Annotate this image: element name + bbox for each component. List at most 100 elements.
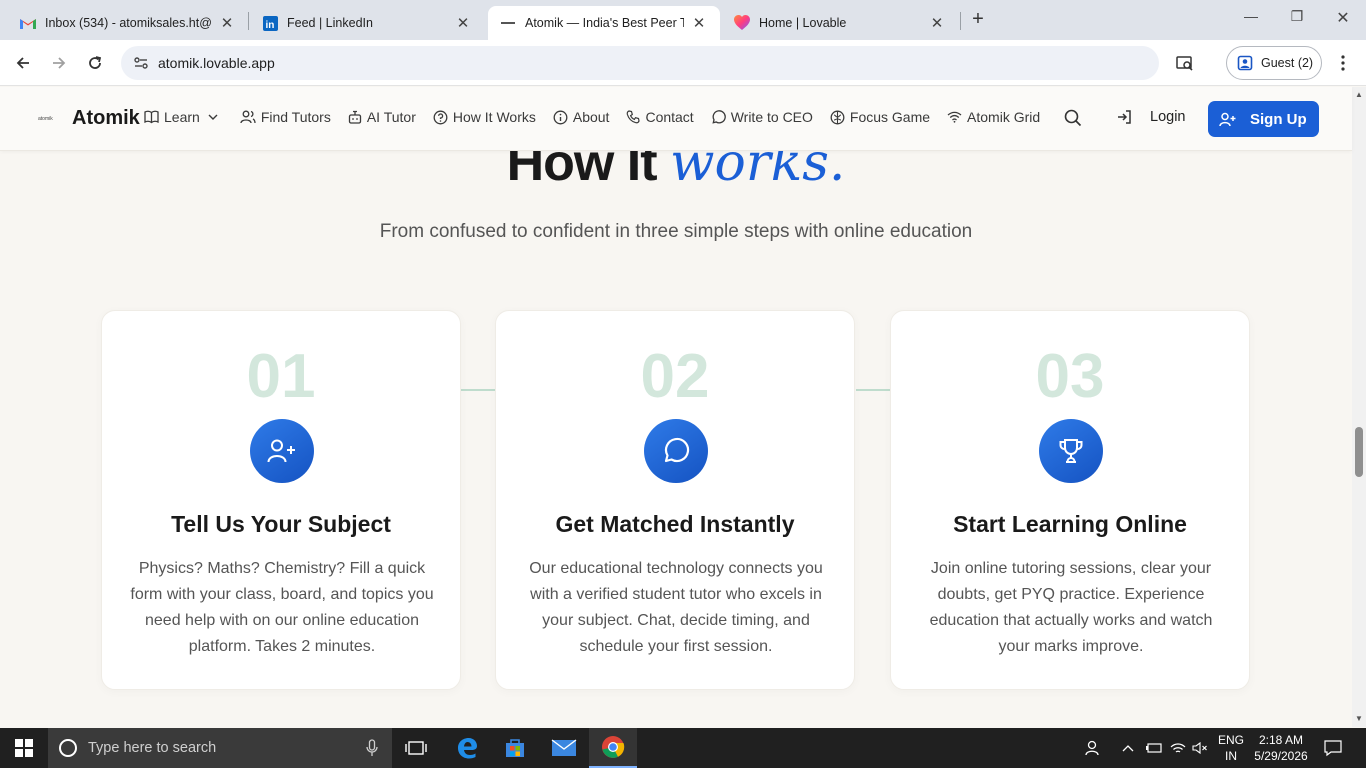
nav-focus-game[interactable]: Focus Game [830,109,930,125]
reload-icon [89,56,102,69]
page-scrollbar[interactable]: ▲ ▼ [1352,87,1366,727]
site-settings-icon[interactable] [133,55,149,76]
step-card-2: 02 Get Matched Instantly Our educational… [495,310,855,690]
arrow-left-icon [16,57,29,69]
nav-about[interactable]: About [553,109,609,125]
restore-button[interactable]: ❐ [1282,8,1312,25]
nav-how-it-works[interactable]: How It Works [433,109,536,125]
windows-logo-icon [15,739,33,757]
google-lens-button[interactable] [1170,48,1200,78]
scrollbar-thumb[interactable] [1355,427,1363,477]
users-icon [240,110,256,124]
profile-button[interactable]: Guest (2) [1226,46,1322,80]
browser-menu-button[interactable] [1328,48,1358,78]
main-nav: Learn Find Tutors AI Tutor How It Works … [144,109,1057,125]
more-vertical-icon [1341,55,1345,71]
battery-icon[interactable] [1145,728,1163,768]
nav-label: Write to CEO [730,109,813,125]
close-window-button[interactable]: ✕ [1328,8,1358,28]
message-circle-icon [712,109,726,124]
show-hidden-icons-chevron-icon[interactable] [1122,728,1134,768]
reload-button[interactable] [80,48,110,78]
lovable-icon [734,15,750,31]
minimize-button[interactable]: — [1236,8,1266,24]
site-brand-name[interactable]: Atomik [72,107,140,130]
nav-label: Learn [164,109,200,125]
nav-label: Contact [645,109,694,125]
search-icon [1064,109,1082,127]
step-card-1: 01 Tell Us Your Subject Physics? Maths? … [101,310,461,690]
system-clock[interactable]: 2:18 AM 5/29/2026 [1248,732,1314,764]
volume-muted-icon[interactable] [1192,728,1208,768]
close-tab-icon[interactable]: ✕ [454,14,472,32]
web-page: atomik Atomik Learn Find Tutors AI Tutor… [0,87,1366,727]
login-button[interactable]: Login [1116,109,1185,125]
nav-find-tutors[interactable]: Find Tutors [240,109,331,125]
start-button[interactable] [0,728,48,768]
tab-atomik[interactable]: Atomik — India's Best Peer Tutor ✕ [488,6,720,40]
clock-date: 5/29/2026 [1254,749,1308,763]
trophy-icon [1059,439,1083,463]
step-title: Start Learning Online [953,511,1187,537]
help-circle-icon [433,110,448,124]
nav-write-to-ceo[interactable]: Write to CEO [711,109,813,125]
edge-icon [458,738,477,759]
scroll-up-arrow-icon[interactable]: ▲ [1355,90,1363,99]
store-taskbar-button[interactable] [491,728,539,768]
network-icon[interactable] [1170,728,1186,768]
back-button[interactable] [8,48,38,78]
chrome-icon [602,736,625,758]
scroll-down-arrow-icon[interactable]: ▼ [1355,714,1363,723]
step-card-3: 03 Start Learning Online Join online tut… [890,310,1250,690]
people-icon[interactable] [1084,728,1102,768]
step-connector-line [856,389,890,391]
mail-taskbar-button[interactable] [540,728,588,768]
close-tab-icon[interactable]: ✕ [218,14,236,32]
input-language-indicator[interactable]: ENG IN [1214,732,1248,764]
nav-atomik-grid[interactable]: Atomik Grid [947,109,1040,125]
close-tab-icon[interactable]: ✕ [690,14,708,32]
forward-button[interactable] [44,48,74,78]
nav-learn[interactable]: Learn [144,109,223,125]
linkedin-icon: in [262,15,278,31]
store-icon [506,739,524,757]
chrome-taskbar-button[interactable] [589,728,637,768]
phone-icon [627,110,641,124]
user-plus-icon [1219,112,1236,126]
tab-title: Home | Lovable [759,16,847,30]
close-tab-icon[interactable]: ✕ [928,14,946,32]
notifications-button[interactable] [1324,728,1342,768]
nav-label: Find Tutors [260,109,331,125]
section-subtitle: From confused to confident in three simp… [379,221,973,242]
svg-text:in: in [265,20,274,31]
search-screen-icon [1176,56,1193,71]
tab-title: Atomik — India's Best Peer Tutor [525,16,684,30]
login-label: Login [1150,109,1186,125]
tab-title: Feed | LinkedIn [287,16,373,30]
taskbar-search-box[interactable]: Type here to search [48,728,392,768]
tab-separator [960,12,961,30]
step-connector-line [461,389,495,391]
nav-contact[interactable]: Contact [626,109,694,125]
site-search-button[interactable] [1064,109,1082,132]
book-icon [144,110,159,124]
address-bar[interactable]: atomik.lovable.app [121,46,1159,80]
windows-taskbar: Type here to search ENG IN 2:18 AM 5/29/… [0,728,1366,768]
step-icon-circle [644,419,708,483]
info-icon [553,110,568,124]
language-code: ENG [1217,733,1244,747]
new-tab-button[interactable]: + [966,8,990,32]
tab-lovable[interactable]: Home | Lovable ✕ [722,6,958,40]
step-number: 02 [640,342,710,411]
tab-linkedin[interactable]: in Feed | LinkedIn ✕ [250,6,484,40]
tab-gmail[interactable]: Inbox (534) - atomiksales.ht@gm ✕ [8,6,248,40]
browser-toolbar: atomik.lovable.app Guest (2) [0,40,1366,86]
task-view-button[interactable] [392,728,440,768]
edge-taskbar-button[interactable] [443,728,491,768]
wifi-icon [947,111,962,123]
site-logo[interactable]: atomik [38,116,53,122]
mail-icon [551,739,577,756]
nav-label: How It Works [452,109,536,125]
nav-ai-tutor[interactable]: AI Tutor [348,109,416,125]
sign-up-button[interactable]: Sign Up [1208,101,1319,137]
